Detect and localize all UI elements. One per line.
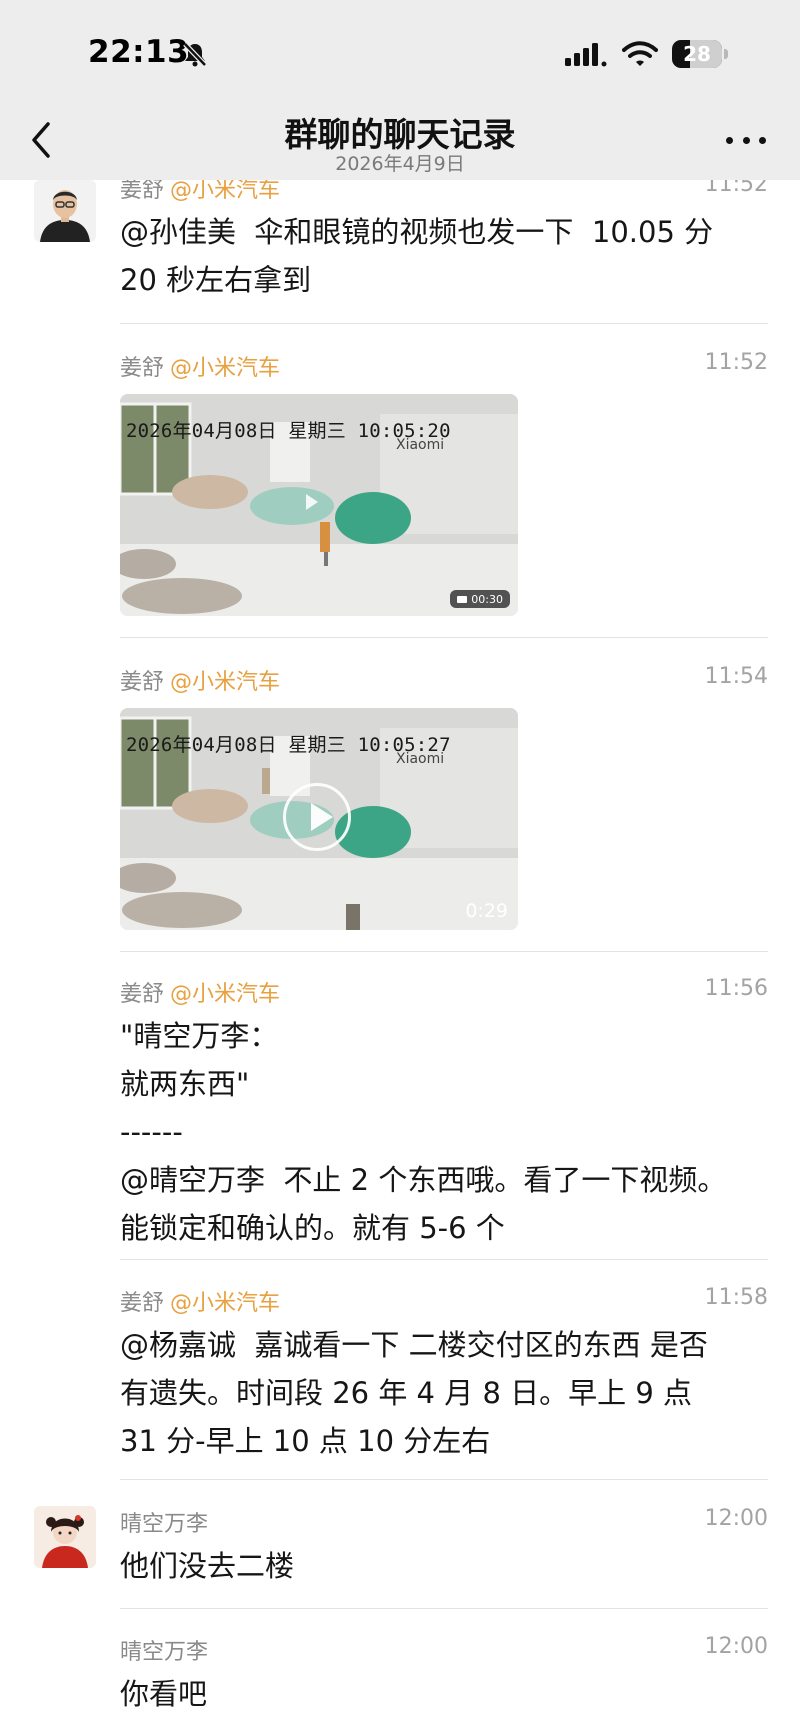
video-duration: 0:29 [465, 900, 508, 922]
status-time: 22:13 [88, 34, 190, 70]
video-brand-text: Xiaomi [396, 751, 445, 767]
message-3[interactable]: 姜舒@小米汽车 11:54 2026年04月08日 星期三 10:05:27 [120, 664, 768, 936]
play-icon[interactable] [283, 783, 351, 851]
sender-org: @小米汽车 [170, 1291, 281, 1316]
page-subtitle: 2026年4月9日 [335, 153, 465, 175]
sender-name: 姜舒 @小米汽车 [120, 350, 280, 382]
play-icon[interactable] [306, 494, 318, 510]
sender-org: @小米汽车 [170, 178, 281, 203]
avatar-girl-icon [34, 1506, 96, 1568]
sender-label: 姜舒 [120, 356, 165, 381]
battery-icon: 28 [672, 40, 722, 68]
message-time: 12:00 [704, 1506, 768, 1531]
video-duration: 00:30 [471, 592, 503, 606]
sender-label: 姜舒 [120, 178, 165, 203]
message-time: 11:52 [704, 350, 768, 375]
sender-org: @小米汽车 [170, 670, 281, 695]
video-thumbnail[interactable]: 2026年04月08日 星期三 10:05:27 Xiaomi 0:29 [120, 708, 518, 930]
divider [120, 1259, 768, 1260]
message-time: 11:58 [704, 1285, 768, 1310]
header-bar: 22:13 28 群聊的聊天记录 2026年4月9日 [0, 0, 800, 180]
message-1[interactable]: 姜舒 @小米汽车 11:52 @孙佳美 伞和眼镜的视频也发一下 10.05 分 2… [120, 172, 768, 302]
sender-name: 姜舒 @小米汽车 [120, 1285, 280, 1317]
divider [120, 323, 768, 324]
battery-level: 28 [683, 42, 711, 66]
avatar-jiangshu[interactable] [34, 180, 96, 242]
divider [120, 1479, 768, 1480]
sender-org: @小米汽车 [170, 982, 281, 1007]
message-time: 11:54 [704, 664, 768, 689]
message-5[interactable]: 姜舒 @小米汽车 11:58 @杨嘉诚 嘉诚看一下 二楼交付区的东西 是否 有遗失… [120, 1285, 768, 1458]
sender-name: 姜舒 @小米汽车 [120, 664, 280, 696]
wifi-icon [622, 41, 658, 66]
message-2[interactable]: 姜舒@小米汽车 11:52 2026年04月08日 星期三 10:05:20 [120, 350, 768, 620]
divider [120, 951, 768, 952]
more-options-icon[interactable] [726, 132, 766, 148]
message-4[interactable]: 姜舒 @小米汽车 11:56 "晴空万李： 就两东西" ------ @晴空万李 … [120, 976, 768, 1246]
sender-name: 晴空万李 [120, 1640, 209, 1665]
cellular-signal-icon [565, 43, 607, 67]
message-text: @孙佳美 伞和眼镜的视频也发一下 10.05 分 20 秒左右拿到 [120, 215, 714, 297]
sender-label: 姜舒 [120, 982, 165, 1007]
sender-label: 姜舒 [120, 670, 165, 695]
sender-name: 晴空万李 [120, 1512, 209, 1537]
message-6[interactable]: 晴空万李 12:00 他们没去二楼 [120, 1506, 768, 1596]
message-text: 你看吧 [120, 1677, 208, 1711]
avatar-man-icon [34, 180, 96, 242]
divider [120, 637, 768, 638]
message-time: 12:00 [704, 1634, 768, 1659]
divider [120, 1608, 768, 1609]
video-duration-badge: 00:30 [450, 590, 510, 608]
battery-tip [724, 49, 728, 59]
message-7[interactable]: 晴空万李 12:00 你看吧 [120, 1634, 768, 1724]
avatar-qingkongwanli[interactable] [34, 1506, 96, 1568]
sender-org: @小米汽车 [170, 356, 281, 381]
bell-muted-icon [183, 42, 207, 67]
sender-label: 姜舒 [120, 1291, 165, 1316]
message-text: "晴空万李： 就两东西" ------ @晴空万李 不止 2 个东西哦。看了一下… [120, 1019, 727, 1245]
message-text: 他们没去二楼 [120, 1549, 295, 1583]
video-camera-icon [457, 595, 468, 603]
sender-name: 姜舒 @小米汽车 [120, 976, 280, 1008]
message-time: 11:56 [704, 976, 768, 1001]
message-text: @杨嘉诚 嘉诚看一下 二楼交付区的东西 是否 有遗失。时间段 26 年 4 月 … [120, 1328, 708, 1458]
video-brand-text: Xiaomi [396, 437, 445, 453]
video-thumbnail[interactable]: 2026年04月08日 星期三 10:05:20 Xiaomi 00:30 [120, 394, 518, 616]
